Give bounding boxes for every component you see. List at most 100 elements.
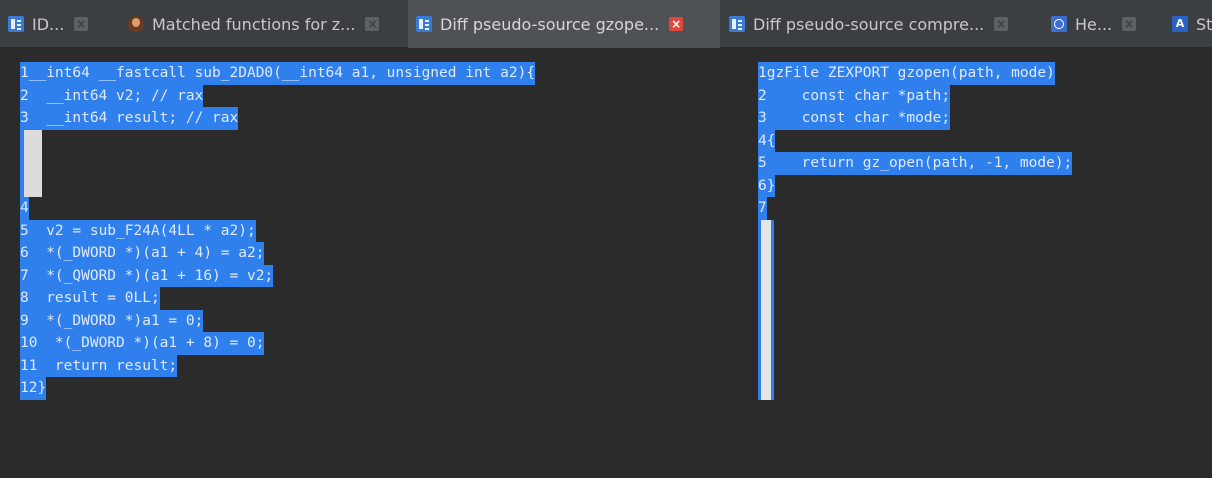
code-line[interactable]: 4{ [758, 129, 1072, 152]
selected-code: 4{ [758, 129, 776, 152]
tab-label: Diff pseudo-source compre... [753, 14, 985, 34]
selected-code: 7 *(_QWORD *)(a1 + 16) = v2; [20, 264, 274, 287]
line-number: 1 [758, 65, 767, 81]
code-line[interactable]: 3 const char *mode; [758, 107, 1072, 130]
status-area [0, 446, 1212, 478]
line-number: 5 [20, 222, 29, 239]
code-line[interactable]: 6} [758, 174, 1072, 197]
left-code-pane[interactable]: 1__int64 __fastcall sub_2DAD0(__int64 a1… [20, 62, 536, 400]
code-text: __int64 __fastcall sub_2DAD0(__int64 a1,… [28, 65, 536, 81]
code-line[interactable]: 2 __int64 v2; // rax [20, 84, 535, 107]
code-line[interactable]: 6 *(_DWORD *)(a1 + 4) = a2; [20, 242, 535, 265]
selected-code: 1gzFile ZEXPORT gzopen(path, mode) [758, 62, 1055, 85]
selected-code: 8 result = 0LL; [20, 287, 160, 310]
line-number: 6 [758, 177, 767, 194]
tab-label: Matched functions for z... [152, 14, 356, 34]
code-line[interactable]: 5 return gz_open(path, -1, mode); [758, 152, 1073, 175]
tab-label: He... [1075, 14, 1113, 34]
hex-icon [1051, 16, 1067, 32]
code-line[interactable]: 1__int64 __fastcall sub_2DAD0(__int64 a1… [20, 62, 536, 85]
tab-matched-functions[interactable]: Matched functions for z... × [128, 0, 398, 48]
tab-hex-view[interactable]: He... × [1051, 0, 1151, 48]
code-text: __int64 result; // rax [28, 110, 239, 126]
code-text: __int64 v2; // rax [28, 87, 204, 104]
line-number: 7 [20, 267, 29, 284]
line-number: 1 [20, 65, 29, 81]
code-line[interactable] [20, 130, 535, 153]
line-number: 11 [20, 357, 38, 374]
close-icon[interactable]: × [74, 17, 89, 31]
code-line[interactable]: 7 *(_QWORD *)(a1 + 16) = v2; [20, 264, 535, 287]
code-text: return gz_open(path, -1, mode); [766, 155, 1073, 171]
code-text: *(_DWORD *)(a1 + 4) = a2; [28, 245, 265, 261]
selected-code: 10 *(_DWORD *)(a1 + 8) = 0; [20, 332, 265, 355]
string-icon: A [1172, 16, 1188, 32]
doc-icon [416, 16, 432, 32]
code-line[interactable]: 4 [20, 197, 535, 220]
selected-code: 6 *(_DWORD *)(a1 + 4) = a2; [20, 242, 265, 265]
doc-icon [8, 16, 24, 32]
code-text: } [766, 177, 776, 194]
close-icon[interactable]: × [365, 17, 380, 31]
selected-code: 9 *(_DWORD *)a1 = 0; [20, 309, 204, 332]
code-text: result = 0LL; [28, 290, 160, 306]
line-number: 8 [20, 290, 29, 306]
code-line[interactable] [20, 152, 535, 175]
code-text: return result; [37, 357, 178, 374]
code-line[interactable]: 7 [758, 197, 1072, 220]
close-icon[interactable]: × [994, 17, 1009, 31]
gap-marker-edge [758, 219, 761, 400]
code-line[interactable]: 8 result = 0LL; [20, 287, 535, 310]
tab-diff-compress[interactable]: Diff pseudo-source compre... × [729, 0, 1034, 48]
selected-code: 7 [758, 197, 767, 220]
selected-code: 5 v2 = sub_F24A(4LL * a2); [20, 219, 256, 242]
gap-marker-edge [771, 219, 774, 400]
tab-ida-view[interactable]: ID... × [8, 0, 108, 48]
doc-icon [729, 16, 745, 32]
selected-code: 11 return result; [20, 354, 178, 377]
line-number: 2 [758, 87, 767, 104]
code-text: *(_QWORD *)(a1 + 16) = v2; [28, 267, 274, 284]
tab-strings[interactable]: A St [1172, 0, 1212, 48]
code-text: const char *path; [766, 87, 951, 104]
code-text: gzFile ZEXPORT gzopen(path, mode) [766, 65, 1055, 81]
selected-code: 3 __int64 result; // rax [20, 107, 239, 130]
code-line[interactable]: 5 v2 = sub_F24A(4LL * a2); [20, 219, 535, 242]
code-line[interactable]: 10 *(_DWORD *)(a1 + 8) = 0; [20, 332, 535, 355]
code-line[interactable]: 3 __int64 result; // rax [20, 107, 535, 130]
line-number: 4 [758, 132, 767, 149]
selected-code: 1__int64 __fastcall sub_2DAD0(__int64 a1… [20, 62, 536, 85]
left-edge [0, 48, 14, 478]
selected-code: 5 return gz_open(path, -1, mode); [758, 152, 1073, 175]
code-line[interactable]: 11 return result; [20, 354, 535, 377]
line-number: 3 [758, 110, 767, 126]
line-number: 9 [20, 312, 29, 329]
code-line[interactable]: 1gzFile ZEXPORT gzopen(path, mode) [758, 62, 1072, 85]
line-number: 12 [20, 380, 38, 396]
close-icon[interactable]: × [669, 17, 684, 31]
code-text: *(_DWORD *)(a1 + 8) = 0; [37, 335, 265, 351]
code-line[interactable]: 9 *(_DWORD *)a1 = 0; [20, 309, 535, 332]
code-text: const char *mode; [766, 110, 951, 126]
selected-code: 2 const char *path; [758, 84, 951, 107]
tab-diff-gzopen[interactable]: Diff pseudo-source gzope... × [408, 0, 720, 48]
close-icon[interactable]: × [1122, 17, 1137, 31]
code-line[interactable]: 2 const char *path; [758, 84, 1072, 107]
person-icon [128, 16, 144, 32]
code-text: } [37, 380, 47, 396]
gap-marker [761, 219, 771, 400]
selected-code: 2 __int64 v2; // rax [20, 84, 204, 107]
selected-code: 4 [20, 197, 29, 220]
line-number: 10 [20, 335, 38, 351]
code-text: { [766, 132, 776, 149]
selected-code: 3 const char *mode; [758, 107, 951, 130]
right-code-pane[interactable]: 1gzFile ZEXPORT gzopen(path, mode) 2 cons… [758, 62, 1073, 400]
selected-code: 12} [20, 377, 47, 400]
tab-label: ID... [32, 14, 65, 34]
selected-code: 6} [758, 174, 776, 197]
code-line[interactable] [20, 175, 535, 198]
line-number: 2 [20, 87, 29, 104]
tab-bar: ID... × Matched functions for z... × Dif… [0, 0, 1212, 48]
code-line[interactable]: 12} [20, 377, 535, 400]
line-number: 3 [20, 110, 29, 126]
